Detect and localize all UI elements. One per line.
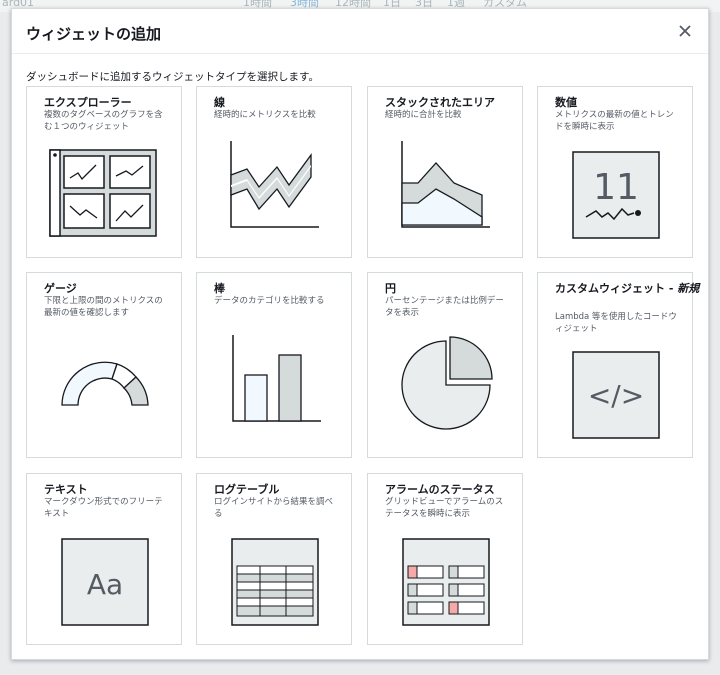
range-custom[interactable]: カスタム: [483, 0, 527, 8]
explorer-icon: [49, 149, 157, 237]
widget-description: パーセンテージまたは比例データを表示: [385, 296, 504, 318]
widget-description: マークダウン形式でのフリーテキスト: [44, 497, 163, 519]
widget-title: スタックされたエリア: [385, 96, 495, 109]
log-table-icon: [231, 538, 319, 626]
widget-title: 数値: [555, 96, 577, 109]
widget-card-stacked-area[interactable]: スタックされたエリア 経時的に合計を比較: [367, 86, 523, 258]
widget-title: テキスト: [44, 483, 88, 496]
new-badge: 新規: [677, 282, 700, 295]
widget-card-alarm-status[interactable]: アラームのステータス グリッドビューでアラームのステータスを瞬時に表示: [367, 473, 523, 645]
close-icon: [679, 25, 691, 37]
widget-card-log-table[interactable]: ログテーブル ログインサイトから結果を調べる: [196, 473, 352, 645]
widget-card-pie[interactable]: 円 パーセンテージまたは比例データを表示: [367, 272, 523, 458]
widget-title: エクスプローラー: [44, 96, 132, 109]
widget-description: 下限と上限の間のメトリクスの最新の値を確認します: [44, 296, 163, 318]
widget-title: 線: [214, 96, 225, 109]
widget-card-gauge[interactable]: ゲージ 下限と上限の間のメトリクスの最新の値を確認します: [26, 272, 182, 458]
widget-card-text[interactable]: テキスト マークダウン形式でのフリーテキスト Aa: [26, 473, 182, 645]
range-3h[interactable]: 3時間: [290, 0, 319, 8]
widget-title: カスタムウィジェット - 新規: [555, 280, 699, 296]
range-12h[interactable]: 12時間: [335, 0, 371, 8]
number-icon: 11: [572, 151, 660, 239]
pie-chart-icon: [401, 336, 493, 430]
number-illustration-value: 11: [593, 167, 639, 208]
widget-card-custom[interactable]: カスタムウィジェット - 新規 Lambda 等を使用したコードウィジェット <…: [537, 272, 699, 458]
widget-description: Lambda 等を使用したコードウィジェット: [555, 312, 677, 334]
instruction-text: ダッシュボードに追加するウィジェットタイプを選択します。: [26, 71, 319, 83]
widget-description: データのカテゴリを比較する: [214, 296, 325, 306]
widget-title: ゲージ: [44, 282, 77, 295]
widget-description: 経時的に合計を比較: [385, 110, 462, 120]
stacked-area-icon: [401, 141, 490, 228]
widget-description: グリッドビューでアラームのステータスを瞬時に表示: [385, 497, 504, 519]
range-1h[interactable]: 1時間: [243, 0, 272, 8]
close-button[interactable]: [674, 20, 696, 42]
text-icon: Aa: [61, 538, 149, 626]
range-1d[interactable]: 1日: [383, 0, 401, 8]
widget-title: 円: [385, 282, 396, 295]
widget-title: アラームのステータス: [385, 483, 495, 496]
bar-chart-icon: [232, 335, 321, 422]
modal-header: ウィジェットの追加: [12, 9, 708, 54]
widget-card-bar[interactable]: 棒 データのカテゴリを比較する: [196, 272, 352, 458]
code-icon: </>: [572, 351, 660, 439]
range-1w[interactable]: 1週: [447, 0, 465, 8]
widget-title: 棒: [214, 282, 225, 295]
widget-title-text: カスタムウィジェット -: [555, 282, 678, 295]
add-widget-modal: ウィジェットの追加 ダッシュボードに追加するウィジェットタイプを選択します。 エ…: [11, 8, 709, 660]
line-chart-icon: [230, 141, 319, 228]
widget-card-number[interactable]: 数値 メトリクスの最新の値とトレンドを瞬時に表示 11: [537, 86, 693, 258]
widget-card-line[interactable]: 線 経時的にメトリクスを比較: [196, 86, 352, 258]
widget-description: 複数のタグベースのグラフを含む１つのウィジェット: [44, 110, 163, 132]
widget-title: ログテーブル: [214, 483, 280, 496]
range-3d[interactable]: 3日: [415, 0, 433, 8]
text-illustration-text: Aa: [87, 568, 123, 601]
code-illustration-text: </>: [588, 379, 644, 412]
modal-title: ウィジェットの追加: [26, 25, 162, 43]
gauge-icon: [61, 361, 149, 406]
widget-description: ログインサイトから結果を調べる: [214, 497, 334, 519]
dashboard-name: ard01: [2, 0, 35, 9]
widget-description: メトリクスの最新の値とトレンドを瞬時に表示: [555, 110, 674, 132]
alarm-status-icon: [402, 538, 490, 626]
widget-description: 経時的にメトリクスを比較: [214, 110, 316, 120]
widget-card-explorer[interactable]: エクスプローラー 複数のタグベースのグラフを含む１つのウィジェット: [26, 86, 182, 258]
